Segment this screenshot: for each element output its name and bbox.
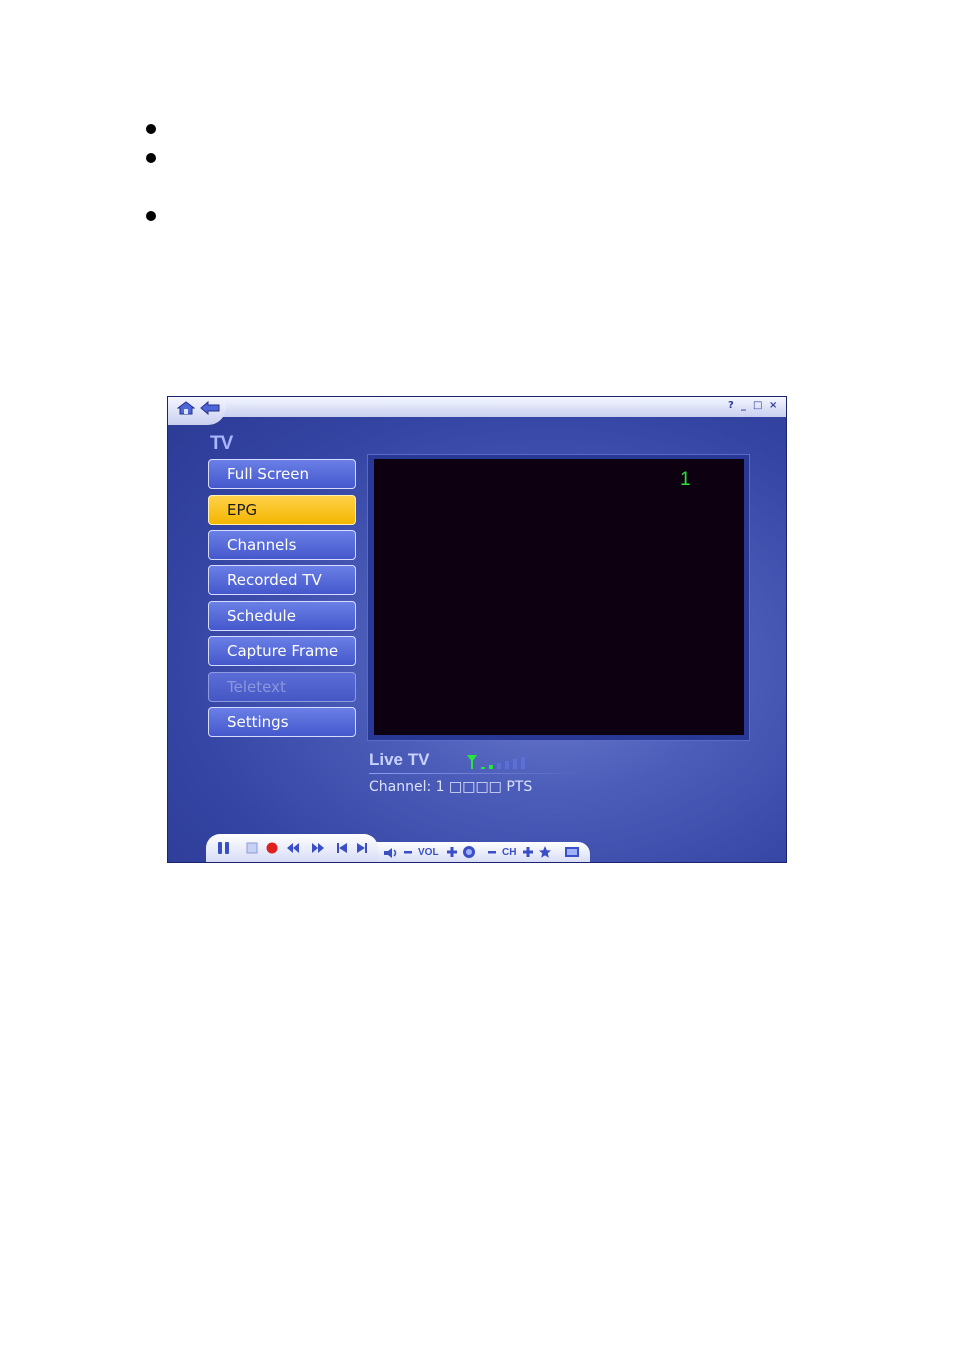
channel-number-osd: 1 bbox=[680, 469, 691, 490]
vol-label: VOL bbox=[418, 847, 439, 858]
settings-button[interactable]: Settings bbox=[208, 707, 356, 737]
close-icon[interactable]: × bbox=[769, 401, 777, 411]
live-tv-label: Live TV bbox=[369, 750, 430, 769]
tv-app-window: ? _ □ × TV Full Screen EPG Channels Reco… bbox=[167, 396, 787, 863]
pause-icon[interactable] bbox=[216, 841, 232, 855]
help-icon[interactable]: ? bbox=[728, 401, 734, 411]
transport-bar bbox=[206, 834, 378, 862]
skip-previous-icon[interactable] bbox=[336, 842, 348, 854]
record-icon[interactable] bbox=[266, 842, 278, 854]
video-frame: 1 bbox=[367, 454, 750, 741]
fast-forward-icon[interactable] bbox=[311, 842, 325, 854]
maximize-icon[interactable]: □ bbox=[753, 401, 762, 411]
capture-frame-button[interactable]: Capture Frame bbox=[208, 636, 356, 666]
signal-strength-icon bbox=[467, 755, 525, 769]
bullet-3 bbox=[146, 211, 156, 221]
volume-down-icon[interactable] bbox=[403, 847, 413, 857]
status-divider bbox=[369, 773, 587, 774]
channel-info: Channel: 1 □□□□ PTS bbox=[369, 779, 533, 795]
bullet-2 bbox=[146, 153, 156, 163]
minimize-icon[interactable]: _ bbox=[741, 401, 746, 411]
volume-up-icon[interactable] bbox=[446, 846, 458, 858]
channel-up-icon[interactable] bbox=[522, 846, 534, 858]
bullet-1 bbox=[146, 124, 156, 134]
favorite-star-icon[interactable] bbox=[538, 845, 552, 859]
full-screen-button[interactable]: Full Screen bbox=[208, 459, 356, 489]
volume-channel-bar: VOL CH bbox=[374, 842, 590, 862]
ch-label: CH bbox=[502, 847, 517, 858]
channels-button[interactable]: Channels bbox=[208, 530, 356, 560]
back-arrow-icon[interactable] bbox=[200, 401, 220, 415]
stop-icon[interactable] bbox=[246, 842, 258, 854]
video-display[interactable]: 1 bbox=[374, 459, 744, 735]
title-bar-nav bbox=[168, 397, 226, 425]
channel-down-icon[interactable] bbox=[487, 847, 497, 857]
speaker-icon[interactable] bbox=[383, 847, 399, 859]
screen-size-icon[interactable] bbox=[564, 846, 580, 858]
teletext-button: Teletext bbox=[208, 672, 356, 702]
recorded-tv-button[interactable]: Recorded TV bbox=[208, 565, 356, 595]
section-title: TV bbox=[210, 433, 233, 454]
home-icon[interactable] bbox=[177, 401, 195, 415]
title-bar bbox=[168, 397, 786, 417]
mute-icon[interactable] bbox=[462, 845, 476, 859]
schedule-button[interactable]: Schedule bbox=[208, 601, 356, 631]
rewind-icon[interactable] bbox=[286, 842, 300, 854]
epg-button[interactable]: EPG bbox=[208, 495, 356, 525]
skip-next-icon[interactable] bbox=[356, 842, 368, 854]
